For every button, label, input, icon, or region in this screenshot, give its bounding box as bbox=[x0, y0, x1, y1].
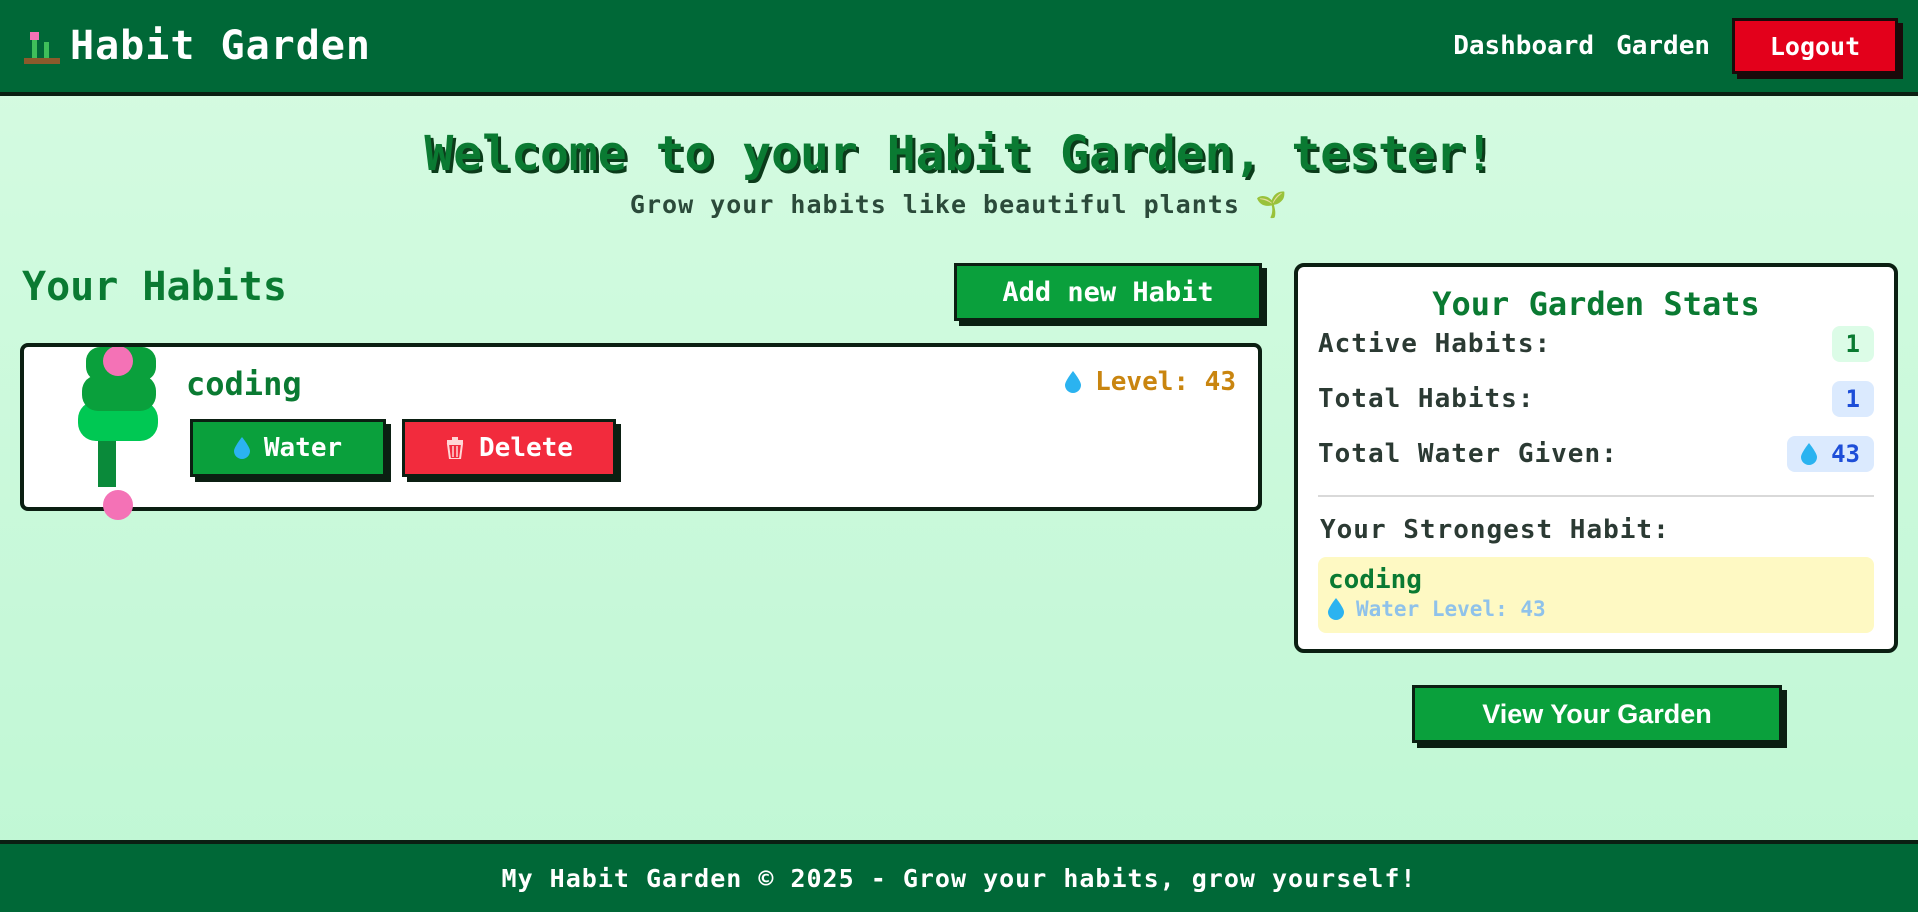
stat-value: 1 bbox=[1831, 381, 1874, 417]
page-subtitle: Grow your habits like beautiful plants 🌱 bbox=[629, 190, 1289, 219]
stat-value-water: 43 bbox=[1787, 436, 1874, 472]
footer: My Habit Garden © 2025 - Grow your habit… bbox=[0, 840, 1918, 912]
stat-value: 1 bbox=[1831, 326, 1874, 362]
garden-stats-panel: Your Garden Stats Active Habits: 1 Total… bbox=[1294, 263, 1898, 653]
water-drop-icon bbox=[1801, 443, 1818, 465]
water-button-label: Water bbox=[263, 433, 343, 463]
strongest-habit-level: Water Level: 43 bbox=[1328, 597, 1864, 621]
strongest-habit-card: coding Water Level: 43 bbox=[1318, 557, 1874, 633]
sprout-pixel-icon bbox=[24, 32, 60, 64]
view-garden-button[interactable]: View Your Garden bbox=[1412, 685, 1782, 743]
delete-button-label: Delete bbox=[479, 433, 573, 463]
plant-tree-icon bbox=[78, 347, 158, 520]
add-habit-button[interactable]: Add new Habit bbox=[954, 263, 1262, 321]
nav-links: Dashboard Garden Logout bbox=[1453, 18, 1898, 74]
habit-level: Level: 43 bbox=[1065, 367, 1236, 397]
trash-icon bbox=[446, 437, 464, 459]
delete-button[interactable]: Delete bbox=[402, 419, 616, 477]
strongest-level-text: Water Level: 43 bbox=[1356, 597, 1546, 621]
habit-card: coding Level: 43 Water Delete bbox=[20, 343, 1262, 520]
brand[interactable]: Habit Garden bbox=[22, 23, 371, 69]
footer-text: My Habit Garden © 2025 - Grow your habit… bbox=[501, 863, 1417, 893]
welcome-section: Welcome to your Habit Garden, tester! Gr… bbox=[0, 126, 1918, 220]
water-drop-icon bbox=[1065, 371, 1082, 393]
stat-total-water: Total Water Given: 43 bbox=[1318, 433, 1874, 475]
water-drop-icon bbox=[1328, 598, 1344, 620]
stat-label: Active Habits: bbox=[1318, 329, 1552, 359]
divider bbox=[1318, 495, 1874, 497]
page-title: Welcome to your Habit Garden, tester! bbox=[424, 126, 1494, 182]
stat-label: Total Habits: bbox=[1318, 384, 1535, 414]
strongest-habit-name: coding bbox=[1328, 565, 1422, 595]
stat-label: Total Water Given: bbox=[1318, 439, 1618, 469]
top-navbar: Habit Garden Dashboard Garden Logout bbox=[0, 0, 1918, 96]
water-drop-icon bbox=[233, 437, 250, 459]
stat-active-habits: Active Habits: 1 bbox=[1318, 323, 1874, 365]
water-button[interactable]: Water bbox=[190, 419, 386, 477]
nav-garden-link[interactable]: Garden bbox=[1616, 31, 1710, 61]
nav-dashboard-link[interactable]: Dashboard bbox=[1453, 31, 1594, 61]
logout-button[interactable]: Logout bbox=[1732, 18, 1898, 74]
water-total-value: 43 bbox=[1831, 440, 1860, 468]
habit-name: coding bbox=[186, 365, 302, 403]
habits-heading: Your Habits bbox=[22, 264, 287, 310]
stat-total-habits: Total Habits: 1 bbox=[1318, 378, 1874, 420]
app-title: Habit Garden bbox=[70, 23, 371, 69]
strongest-habit-label: Your Strongest Habit: bbox=[1320, 515, 1670, 545]
stats-title: Your Garden Stats bbox=[1432, 285, 1760, 323]
habit-level-text: Level: 43 bbox=[1095, 367, 1236, 397]
